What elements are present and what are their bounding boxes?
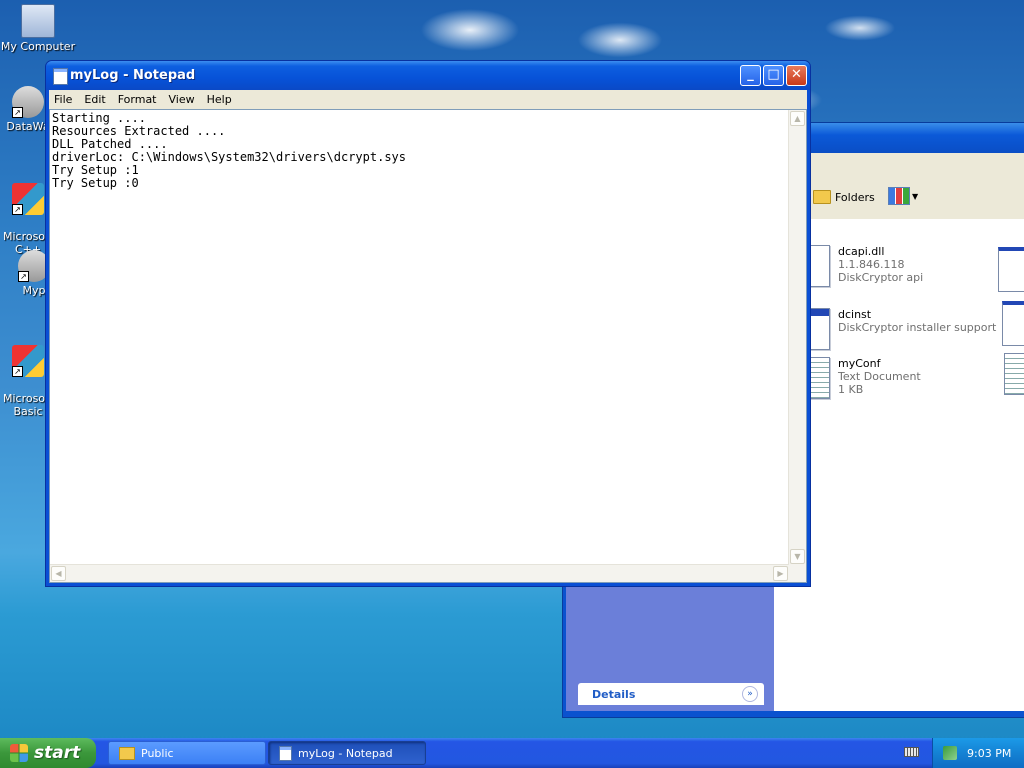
file-item[interactable]: dcapi.dll 1.1.846.118 DiskCryptor api [792, 245, 923, 287]
scroll-right-button[interactable]: ▶ [773, 566, 788, 581]
menu-edit[interactable]: Edit [78, 93, 111, 106]
taskbar: start Public myLog - Notepad 9:03 PM [0, 738, 1024, 768]
network-icon[interactable] [943, 746, 957, 760]
menu-file[interactable]: File [49, 93, 78, 106]
menu-view[interactable]: View [163, 93, 201, 106]
file-name: dcinst [838, 308, 872, 321]
start-label: start [34, 743, 81, 763]
chevron-down-icon: ▼ [912, 191, 919, 201]
folders-button-label: Folders [835, 190, 875, 204]
scroll-down-button[interactable]: ▼ [790, 549, 805, 564]
expand-chevron-icon[interactable]: » [742, 686, 758, 702]
text-file-icon[interactable] [1004, 353, 1024, 395]
keyboard-icon[interactable] [904, 747, 919, 757]
menu-help[interactable]: Help [201, 93, 238, 106]
app-icon: ↗ [12, 183, 44, 215]
system-tray: 9:03 PM [932, 738, 1024, 768]
views-icon [888, 187, 910, 205]
shortcut-arrow-icon: ↗ [12, 366, 23, 377]
start-button[interactable]: start [0, 738, 96, 768]
file-icon[interactable] [1002, 301, 1024, 346]
file-icon[interactable] [998, 247, 1024, 292]
close-button[interactable]: ✕ [786, 65, 807, 86]
windows-logo-icon [10, 744, 28, 762]
notepad-titlebar[interactable]: myLog - Notepad _ □ ✕ [46, 61, 810, 90]
folder-icon [119, 746, 135, 760]
maximize-button[interactable]: □ [763, 65, 784, 86]
resize-grip[interactable] [789, 565, 806, 582]
vertical-scrollbar[interactable]: ▲ ▼ [788, 110, 806, 565]
notepad-window[interactable]: myLog - Notepad _ □ ✕ File Edit Format V… [45, 60, 811, 587]
notepad-menubar: File Edit Format View Help [49, 90, 807, 109]
taskbar-item-public[interactable]: Public [108, 741, 266, 765]
app-icon: ↗ [12, 86, 44, 118]
taskbar-item-label: Public [141, 746, 174, 760]
explorer-file-list: dcapi.dll 1.1.846.118 DiskCryptor api dc… [774, 219, 1024, 711]
scroll-left-button[interactable]: ◀ [51, 566, 66, 581]
file-version: 1.1.846.118 [838, 258, 905, 271]
app-icon: ↗ [12, 345, 44, 377]
minimize-button[interactable]: _ [740, 65, 761, 86]
clock[interactable]: 9:03 PM [967, 747, 1011, 760]
notepad-icon [279, 745, 292, 761]
editor-content[interactable]: Starting .... Resources Extracted .... D… [52, 112, 788, 564]
notepad-icon [53, 68, 68, 85]
desktop-icon-my-computer[interactable]: My Computer [0, 4, 76, 53]
text-editor[interactable]: Starting .... Resources Extracted .... D… [49, 109, 807, 583]
shortcut-arrow-icon: ↗ [12, 204, 23, 215]
views-button[interactable]: ▼ [888, 185, 920, 207]
taskbar-item-label: myLog - Notepad [298, 746, 393, 760]
folder-icon [813, 190, 831, 204]
shortcut-arrow-icon: ↗ [12, 107, 23, 118]
details-label: Details [592, 687, 636, 701]
folders-button[interactable]: Folders [813, 185, 875, 209]
file-item[interactable]: dcinst DiskCryptor installer support [792, 308, 996, 350]
file-name: dcapi.dll [838, 245, 885, 258]
scroll-up-button[interactable]: ▲ [790, 111, 805, 126]
file-item[interactable]: myConf Text Document 1 KB [792, 357, 921, 399]
computer-icon [21, 4, 55, 38]
horizontal-scrollbar[interactable]: ◀ ▶ [50, 564, 789, 582]
taskbar-item-notepad[interactable]: myLog - Notepad [268, 741, 426, 765]
file-description: DiskCryptor installer support [838, 321, 997, 334]
file-size: 1 KB [838, 383, 864, 396]
shortcut-arrow-icon: ↗ [18, 271, 29, 282]
details-panel-header[interactable]: Details » [578, 683, 764, 705]
menu-format[interactable]: Format [112, 93, 163, 106]
file-type: Text Document [838, 370, 921, 383]
file-name: myConf [838, 357, 881, 370]
desktop-icon-label: My Computer [0, 40, 76, 53]
file-description: DiskCryptor api [838, 271, 924, 284]
window-title: myLog - Notepad [70, 68, 196, 83]
